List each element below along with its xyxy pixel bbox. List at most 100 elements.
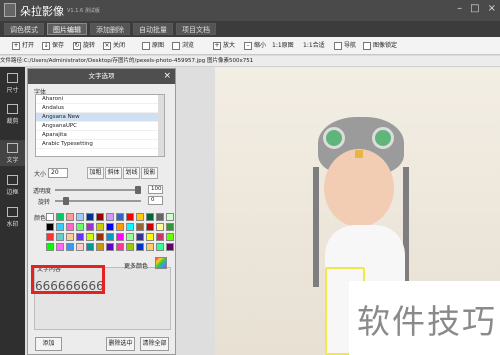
lock-image-button[interactable]: 图像锁定: [363, 40, 397, 52]
color-swatch[interactable]: [56, 213, 64, 221]
minimize-icon[interactable]: –: [457, 3, 462, 14]
color-swatch[interactable]: [96, 213, 104, 221]
delete-selected-button[interactable]: 删除选中: [106, 337, 135, 351]
color-swatch[interactable]: [106, 233, 114, 241]
color-swatch[interactable]: [106, 213, 114, 221]
more-colors-link[interactable]: 更多颜色: [124, 261, 148, 270]
rotate-button[interactable]: ↻ 旋转: [73, 40, 95, 52]
opacity-input[interactable]: 100: [148, 185, 163, 194]
color-swatch[interactable]: [66, 223, 74, 231]
color-swatch[interactable]: [76, 213, 84, 221]
font-item[interactable]: AngsanaUPC: [36, 122, 164, 131]
color-picker-icon[interactable]: [155, 257, 167, 269]
color-swatch[interactable]: [86, 243, 94, 251]
opacity-slider[interactable]: [55, 186, 141, 194]
color-swatch[interactable]: [146, 213, 154, 221]
zoom-in-button[interactable]: + 放大: [213, 40, 235, 52]
shadow-button[interactable]: 投影: [141, 167, 158, 179]
save-button[interactable]: ↓ 保存: [42, 40, 64, 52]
color-swatch[interactable]: [146, 243, 154, 251]
color-swatch[interactable]: [116, 243, 124, 251]
color-swatch[interactable]: [46, 213, 54, 221]
tab-color-mode[interactable]: 调色模式: [4, 23, 44, 35]
color-swatch[interactable]: [66, 213, 74, 221]
color-swatch[interactable]: [116, 223, 124, 231]
color-swatch[interactable]: [166, 243, 174, 251]
font-item[interactable]: Arabic Typesetting: [36, 140, 164, 149]
color-swatch[interactable]: [86, 233, 94, 241]
zoom-out-button[interactable]: – 缩小: [244, 40, 266, 52]
tab-project-docs[interactable]: 项目文档: [176, 23, 216, 35]
color-swatch[interactable]: [136, 213, 144, 221]
color-swatch[interactable]: [146, 223, 154, 231]
navigate-button[interactable]: 导航: [334, 40, 356, 52]
color-swatch[interactable]: [56, 233, 64, 241]
color-swatch[interactable]: [156, 233, 164, 241]
font-size-input[interactable]: 20: [48, 168, 68, 178]
color-swatch[interactable]: [166, 223, 174, 231]
color-swatch[interactable]: [126, 243, 134, 251]
color-swatch[interactable]: [66, 233, 74, 241]
font-item[interactable]: Aharoni: [36, 95, 164, 104]
italic-button[interactable]: 斜体: [105, 167, 122, 179]
font-item-selected[interactable]: Angsana New: [36, 113, 164, 122]
color-swatch[interactable]: [156, 213, 164, 221]
rotate-input[interactable]: 0: [148, 196, 163, 205]
color-swatch[interactable]: [76, 243, 84, 251]
original-button[interactable]: 原图: [142, 40, 164, 52]
color-swatch[interactable]: [86, 213, 94, 221]
tab-auto-batch[interactable]: 自动批量: [133, 23, 173, 35]
color-swatch[interactable]: [46, 243, 54, 251]
color-swatch[interactable]: [96, 223, 104, 231]
color-swatch[interactable]: [46, 223, 54, 231]
font-list[interactable]: Aharoni Andalus Angsana New AngsanaUPC A…: [35, 94, 165, 157]
tool-border[interactable]: 边框: [0, 172, 25, 198]
bold-button[interactable]: 加粗: [87, 167, 104, 179]
color-swatch[interactable]: [136, 233, 144, 241]
tab-image-edit[interactable]: 图片编辑: [47, 23, 87, 35]
color-swatch[interactable]: [86, 223, 94, 231]
color-swatch[interactable]: [96, 243, 104, 251]
maximize-icon[interactable]: □: [470, 3, 479, 14]
color-swatch[interactable]: [106, 223, 114, 231]
color-swatch[interactable]: [156, 223, 164, 231]
color-swatch[interactable]: [76, 233, 84, 241]
clear-all-button[interactable]: 清除全部: [140, 337, 169, 351]
panel-close-icon[interactable]: ×: [163, 69, 171, 84]
color-swatch[interactable]: [46, 233, 54, 241]
color-swatch[interactable]: [136, 243, 144, 251]
actual-size-button[interactable]: 1:1原图: [272, 40, 294, 52]
open-button[interactable]: + 打开: [12, 40, 34, 52]
rotate-slider-knob[interactable]: [63, 197, 69, 205]
color-swatch[interactable]: [136, 223, 144, 231]
color-swatch[interactable]: [116, 233, 124, 241]
color-swatch[interactable]: [106, 243, 114, 251]
color-swatch[interactable]: [126, 233, 134, 241]
color-swatch[interactable]: [166, 233, 174, 241]
color-swatch[interactable]: [56, 223, 64, 231]
fit-button[interactable]: 1:1合适: [303, 40, 325, 52]
color-swatch[interactable]: [116, 213, 124, 221]
opacity-slider-knob[interactable]: [135, 186, 141, 194]
tool-crop[interactable]: 裁剪: [0, 101, 25, 127]
tab-add-delete[interactable]: 添加删除: [90, 23, 130, 35]
rotate-slider[interactable]: [55, 197, 141, 205]
tool-watermark[interactable]: 水印: [0, 204, 25, 230]
color-swatch[interactable]: [76, 223, 84, 231]
font-item[interactable]: Aparajita: [36, 131, 164, 140]
color-swatch[interactable]: [156, 243, 164, 251]
tool-resize[interactable]: 尺寸: [0, 70, 25, 96]
color-swatch[interactable]: [96, 233, 104, 241]
font-list-scrollbar[interactable]: [158, 95, 164, 156]
color-swatch[interactable]: [66, 243, 74, 251]
color-swatch[interactable]: [56, 243, 64, 251]
tool-text[interactable]: 文字: [0, 140, 25, 166]
add-button[interactable]: 添加: [35, 337, 62, 351]
underline-button[interactable]: 划线: [123, 167, 140, 179]
color-swatch[interactable]: [146, 233, 154, 241]
close-button[interactable]: × 关闭: [103, 40, 125, 52]
close-window-icon[interactable]: ×: [488, 3, 496, 14]
color-swatch[interactable]: [126, 213, 134, 221]
color-swatch[interactable]: [166, 213, 174, 221]
font-item[interactable]: Andalus: [36, 104, 164, 113]
